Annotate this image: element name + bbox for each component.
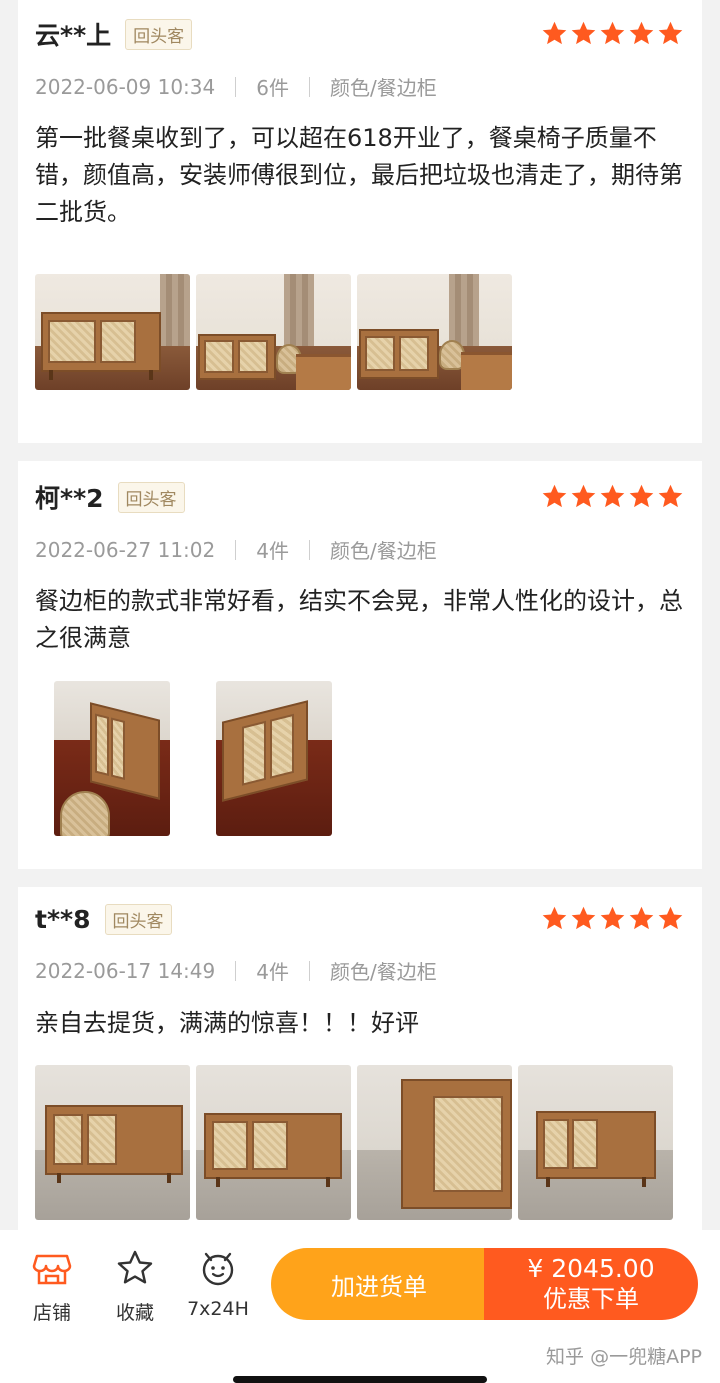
review-photo[interactable] bbox=[54, 681, 170, 836]
meta-divider bbox=[308, 76, 310, 97]
review-quantity: 4件 bbox=[256, 960, 289, 984]
tab-favorite[interactable]: 收藏 bbox=[95, 1248, 175, 1325]
review-card: 柯**2 回头客 2022-06-27 11:02 4件 颜色/餐边柜 餐边柜的… bbox=[18, 461, 702, 869]
store-icon bbox=[32, 1248, 72, 1288]
review-photo[interactable] bbox=[196, 274, 351, 390]
meta-divider bbox=[308, 539, 310, 560]
review-date: 2022-06-17 14:49 bbox=[35, 958, 216, 983]
review-photo[interactable] bbox=[216, 681, 332, 836]
star-icon bbox=[570, 905, 597, 932]
review-photo[interactable] bbox=[518, 1065, 673, 1220]
review-quantity: 4件 bbox=[256, 539, 289, 563]
repeat-customer-badge: 回头客 bbox=[117, 481, 185, 513]
review-photo[interactable] bbox=[357, 1065, 512, 1220]
review-meta: 2022-06-09 10:34 6件 颜色/餐边柜 bbox=[35, 72, 437, 101]
review-header: 柯**2 回头客 bbox=[35, 477, 185, 517]
star-icon bbox=[628, 483, 655, 510]
add-to-cart-label: 加进货单 bbox=[331, 1272, 427, 1301]
tab-label: 店铺 bbox=[32, 1302, 71, 1324]
meta-divider bbox=[308, 960, 310, 981]
review-text: 餐边柜的款式非常好看，结实不会晃，非常人性化的设计，总之很满意 bbox=[35, 587, 683, 652]
star-icon bbox=[599, 905, 626, 932]
review-meta: 2022-06-27 11:02 4件 颜色/餐边柜 bbox=[35, 535, 437, 564]
review-photo[interactable] bbox=[35, 1065, 190, 1220]
rating-stars bbox=[541, 905, 684, 932]
review-photos bbox=[54, 681, 332, 836]
tab-label: 7x24H bbox=[187, 1298, 249, 1320]
repeat-customer-badge: 回头客 bbox=[125, 18, 193, 50]
star-icon bbox=[541, 20, 568, 47]
star-icon bbox=[599, 20, 626, 47]
star-icon bbox=[541, 483, 568, 510]
star-icon bbox=[657, 20, 684, 47]
review-photo[interactable] bbox=[35, 274, 190, 390]
star-icon bbox=[657, 905, 684, 932]
meta-divider bbox=[235, 539, 237, 560]
reviewer-name: 云**上 bbox=[35, 21, 112, 50]
review-date: 2022-06-27 11:02 bbox=[35, 537, 216, 562]
star-icon bbox=[570, 20, 597, 47]
review-photos bbox=[35, 274, 512, 390]
review-card: t**8 回头客 2022-06-17 14:49 4件 颜色/餐边柜 亲自去提… bbox=[18, 887, 702, 1230]
review-photos bbox=[35, 1065, 673, 1220]
review-meta: 2022-06-17 14:49 4件 颜色/餐边柜 bbox=[35, 956, 437, 985]
star-outline-icon bbox=[115, 1248, 155, 1288]
review-feed[interactable]: 云**上 回头客 2022-06-09 10:34 6件 颜色/餐边柜 第一批餐… bbox=[0, 0, 720, 1230]
star-icon bbox=[628, 905, 655, 932]
price-label: ¥ 2045.00 bbox=[527, 1254, 655, 1283]
review-variant: 颜色/餐边柜 bbox=[329, 539, 437, 563]
star-icon bbox=[541, 905, 568, 932]
star-icon bbox=[628, 20, 655, 47]
review-header: 云**上 回头客 bbox=[35, 14, 193, 54]
review-variant: 颜色/餐边柜 bbox=[329, 76, 437, 100]
star-icon bbox=[599, 483, 626, 510]
watermark: 知乎 @一兜糖APP bbox=[546, 1346, 702, 1368]
tab-customer-service[interactable]: 7x24H bbox=[178, 1248, 258, 1320]
tab-label: 收藏 bbox=[115, 1302, 154, 1324]
repeat-customer-badge: 回头客 bbox=[104, 903, 172, 935]
tab-store[interactable]: 店铺 bbox=[12, 1248, 92, 1325]
review-quantity: 6件 bbox=[256, 76, 289, 100]
buy-now-button[interactable]: ¥ 2045.00 优惠下单 bbox=[484, 1248, 698, 1320]
add-to-cart-button[interactable]: 加进货单 bbox=[271, 1248, 487, 1320]
review-photo[interactable] bbox=[357, 274, 512, 390]
reviewer-name: t**8 bbox=[35, 904, 91, 934]
review-photo[interactable] bbox=[196, 1065, 351, 1220]
chat-bot-icon bbox=[198, 1248, 238, 1288]
bottom-action-bar: 店铺 收藏 7x24H 加进货单 ¥ 2045.00 优惠下单 知乎 @一兜糖A… bbox=[0, 1230, 720, 1383]
review-card: 云**上 回头客 2022-06-09 10:34 6件 颜色/餐边柜 第一批餐… bbox=[18, 0, 702, 443]
rating-stars bbox=[541, 20, 684, 47]
review-text: 第一批餐桌收到了，可以超在618开业了，餐桌椅子质量不错，颜值高，安装师傅很到位… bbox=[35, 124, 683, 226]
star-icon bbox=[570, 483, 597, 510]
star-icon bbox=[657, 483, 684, 510]
review-text: 亲自去提货，满满的惊喜！！！好评 bbox=[35, 1009, 419, 1037]
meta-divider bbox=[235, 76, 237, 97]
meta-divider bbox=[235, 960, 237, 981]
rating-stars bbox=[541, 483, 684, 510]
home-indicator[interactable] bbox=[233, 1376, 487, 1383]
review-variant: 颜色/餐边柜 bbox=[329, 960, 437, 984]
review-header: t**8 回头客 bbox=[35, 899, 172, 939]
review-date: 2022-06-09 10:34 bbox=[35, 74, 216, 99]
buy-label: 优惠下单 bbox=[543, 1285, 639, 1313]
reviewer-name: 柯**2 bbox=[35, 484, 104, 513]
